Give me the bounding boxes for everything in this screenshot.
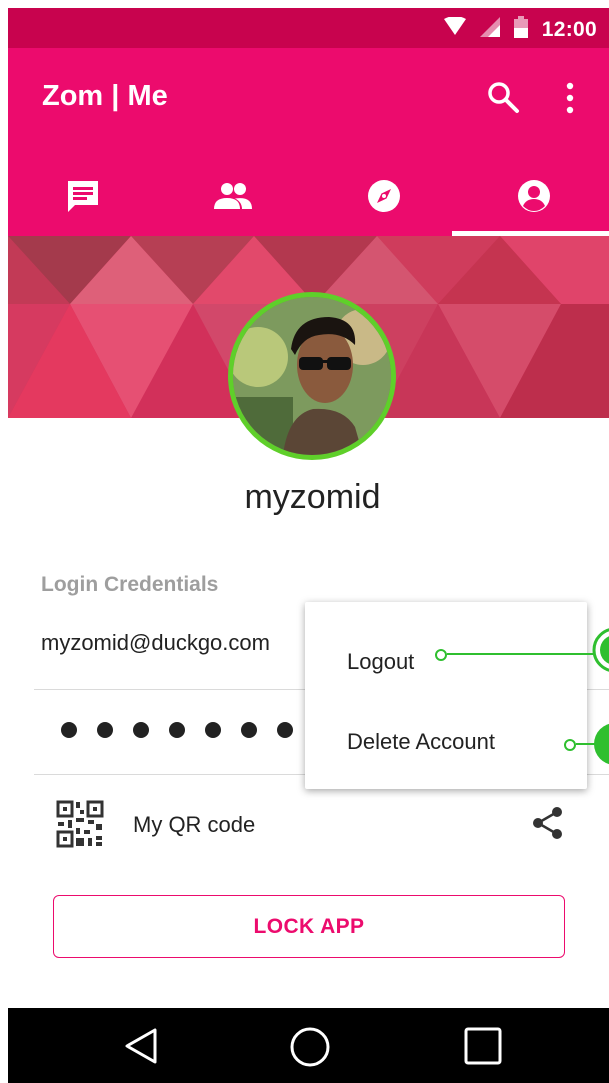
qr-code-row[interactable]: My QR code bbox=[8, 778, 609, 878]
more-vert-icon[interactable] bbox=[564, 82, 576, 119]
back-icon[interactable] bbox=[121, 1026, 161, 1071]
callout-ring bbox=[564, 739, 576, 751]
email-value[interactable]: myzomid@duckgo.com bbox=[41, 630, 270, 656]
compass-icon bbox=[366, 178, 402, 219]
app-bar: Zom | Me bbox=[8, 48, 609, 236]
tab-contacts[interactable] bbox=[158, 160, 308, 236]
people-icon bbox=[213, 181, 253, 216]
signal-icon bbox=[479, 17, 500, 42]
qr-code-label: My QR code bbox=[133, 812, 256, 837]
password-dot bbox=[169, 722, 185, 738]
tab-bar bbox=[8, 160, 609, 236]
callout-marker bbox=[591, 627, 609, 678]
password-dot bbox=[133, 722, 149, 738]
delete-account-menu-item[interactable]: Delete Account bbox=[347, 729, 495, 755]
lock-app-button[interactable]: LOCK APP bbox=[53, 895, 565, 958]
callout-marker bbox=[591, 721, 609, 772]
password-dot bbox=[97, 722, 113, 738]
lock-app-label: LOCK APP bbox=[253, 914, 365, 938]
system-nav-bar bbox=[8, 1008, 609, 1083]
app-screen: 12:00 Zom | Me myzomid Login Credentials… bbox=[8, 8, 609, 1083]
password-field[interactable] bbox=[61, 722, 293, 738]
password-dot bbox=[205, 722, 221, 738]
tab-chats[interactable] bbox=[8, 160, 158, 236]
logout-menu-item[interactable]: Logout bbox=[347, 649, 414, 675]
password-dot bbox=[277, 722, 293, 738]
home-icon[interactable] bbox=[289, 1026, 331, 1073]
status-bar: 12:00 bbox=[8, 8, 609, 48]
share-icon[interactable] bbox=[532, 806, 564, 845]
password-dot bbox=[61, 722, 77, 738]
avatar[interactable] bbox=[228, 292, 396, 460]
account-icon bbox=[516, 178, 552, 219]
clock: 12:00 bbox=[541, 17, 597, 41]
overflow-menu: Logout Delete Account bbox=[305, 602, 587, 789]
recents-icon[interactable] bbox=[463, 1026, 503, 1071]
qr-code-icon bbox=[56, 800, 104, 853]
chat-icon bbox=[65, 178, 101, 219]
login-credentials-label: Login Credentials bbox=[41, 573, 219, 596]
callout-ring bbox=[435, 649, 447, 661]
username: myzomid bbox=[244, 478, 381, 516]
battery-icon bbox=[513, 16, 528, 43]
tab-discover[interactable] bbox=[309, 160, 459, 236]
callout-line bbox=[447, 653, 597, 655]
wifi-icon bbox=[443, 16, 466, 42]
password-dot bbox=[241, 722, 257, 738]
app-title: Zom | Me bbox=[42, 80, 168, 112]
tab-me[interactable] bbox=[459, 160, 609, 236]
search-icon[interactable] bbox=[486, 80, 520, 119]
